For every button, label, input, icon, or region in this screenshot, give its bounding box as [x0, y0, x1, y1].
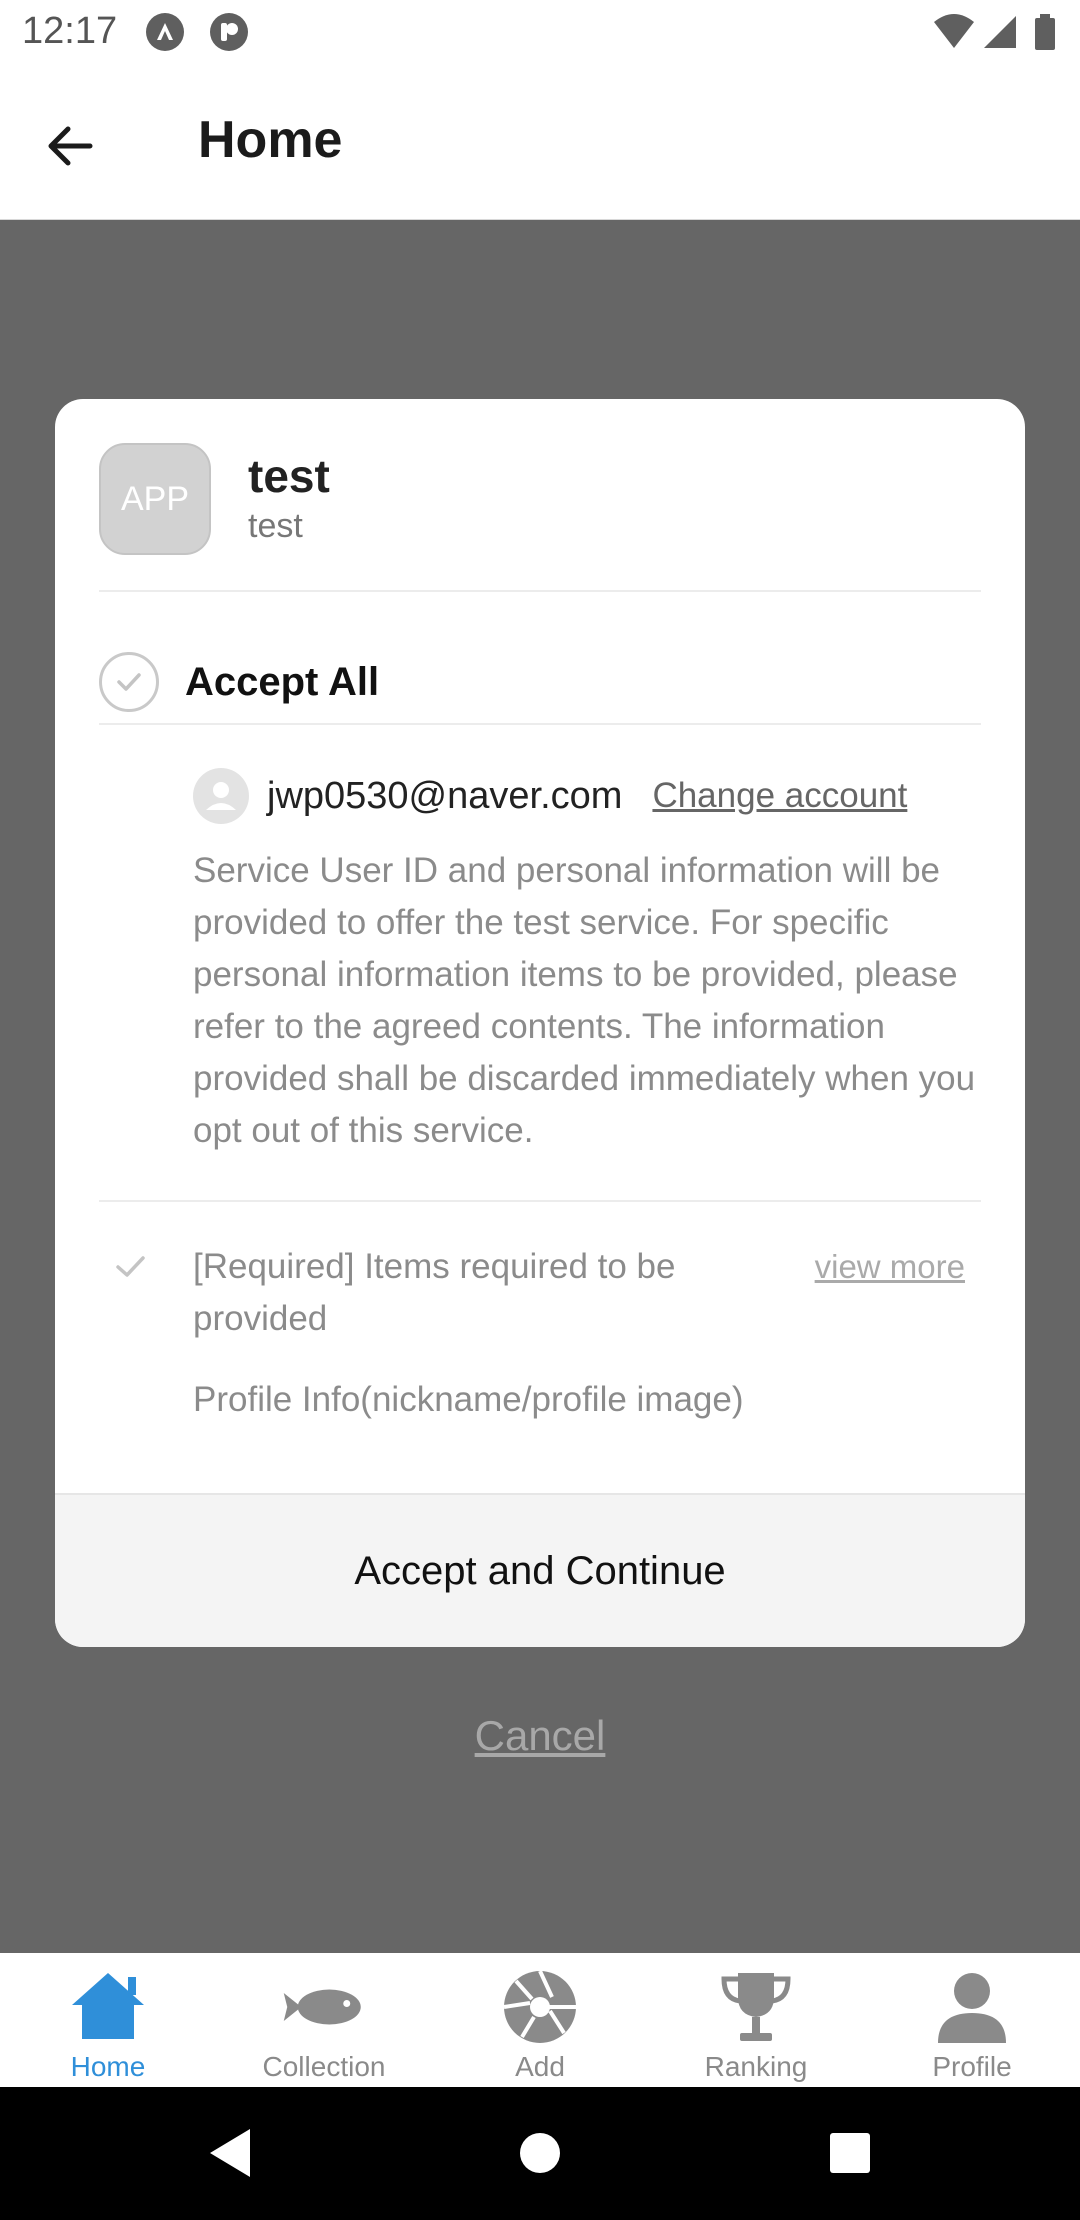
nav-item-add[interactable]: Add	[432, 1953, 648, 2087]
status-bar: 12:17	[0, 0, 1080, 66]
trophy-icon	[714, 1965, 798, 2049]
app-bar: Home	[0, 66, 1080, 220]
wifi-icon	[932, 12, 976, 52]
nav-label-profile: Profile	[932, 2051, 1012, 2082]
app-notification-icon	[145, 12, 185, 52]
app-avatar: APP	[99, 443, 211, 555]
nav-item-ranking[interactable]: Ranking	[648, 1953, 864, 2087]
app-subtitle: test	[248, 507, 303, 545]
nav-item-home[interactable]: Home	[0, 1953, 216, 2087]
accept-all-checkbox[interactable]	[99, 652, 159, 712]
back-button[interactable]	[30, 108, 110, 188]
fish-icon	[282, 1965, 366, 2049]
required-item-detail: Profile Info(nickname/profile image)	[193, 1380, 744, 1419]
check-icon	[117, 673, 141, 691]
page-title: Home	[198, 111, 343, 169]
camera-aperture-icon	[498, 1965, 582, 2049]
divider	[99, 590, 981, 592]
required-check-icon[interactable]	[109, 1245, 153, 1289]
user-avatar-icon	[193, 768, 249, 824]
status-time: 12:17	[22, 10, 118, 52]
bottom-nav: Home Collection Add Ranking Profile	[0, 1953, 1080, 2087]
app-name: test	[248, 450, 330, 502]
required-item-label: [Required] Items required to be provided	[193, 1247, 676, 1338]
system-nav-bar	[0, 2087, 1080, 2220]
account-row: jwp0530@naver.com Change account	[193, 761, 993, 831]
accept-and-continue-button[interactable]: Accept and Continue	[55, 1493, 1025, 1647]
back-arrow-icon	[44, 120, 96, 177]
cancel-row: Cancel	[0, 1712, 1080, 1760]
accept-and-continue-label: Accept and Continue	[354, 1548, 726, 1593]
nav-item-profile[interactable]: Profile	[864, 1953, 1080, 2087]
nav-item-collection[interactable]: Collection	[216, 1953, 432, 2087]
divider	[99, 1200, 981, 1202]
consent-dialog: APP test test Accept All jwp0530@naver.c…	[55, 399, 1025, 1647]
system-home-icon[interactable]	[510, 2123, 570, 2183]
nav-label-add: Add	[515, 2051, 565, 2082]
consent-description: Service User ID and personal information…	[193, 851, 976, 1150]
person-icon	[930, 1965, 1014, 2049]
view-more-link[interactable]: view more	[815, 1241, 965, 1293]
system-recents-icon[interactable]	[820, 2123, 880, 2183]
accept-all-label: Accept All	[185, 659, 380, 704]
app-notification-icon-2	[209, 12, 249, 52]
nav-label-home: Home	[70, 2051, 146, 2082]
change-account-link[interactable]: Change account	[652, 776, 907, 816]
cancel-link[interactable]: Cancel	[475, 1712, 606, 1759]
signal-icon	[982, 12, 1022, 52]
battery-icon	[1032, 12, 1058, 52]
nav-label-collection: Collection	[262, 2051, 386, 2082]
accept-all-toggle[interactable]: Accept All	[99, 632, 981, 732]
divider	[99, 723, 981, 725]
account-email: jwp0530@naver.com	[267, 774, 623, 817]
system-back-icon[interactable]	[200, 2123, 260, 2183]
app-avatar-text: APP	[120, 479, 190, 518]
home-icon	[66, 1965, 150, 2049]
nav-label-ranking: Ranking	[704, 2051, 808, 2082]
